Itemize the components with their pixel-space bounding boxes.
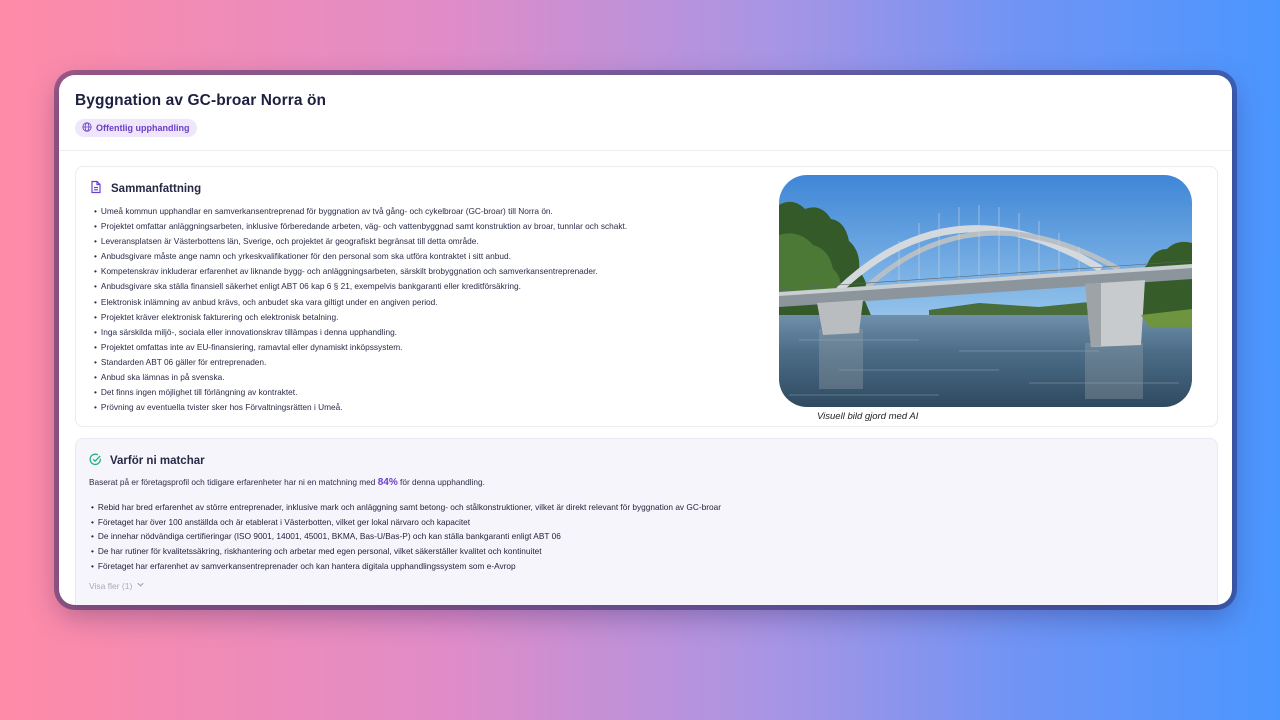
image-caption: Visuell bild gjord med AI: [817, 411, 919, 422]
match-heading: Varför ni matchar: [89, 453, 205, 469]
summary-item: Prövning av eventuella tvister sker hos …: [94, 400, 627, 415]
match-heading-label: Varför ni matchar: [110, 455, 205, 467]
chevron-down-icon: [136, 580, 145, 591]
document-icon: [89, 180, 103, 197]
summary-list: Umeå kommun upphandlar en samverkansentr…: [94, 204, 627, 415]
match-reasons-list: Rebid har bred erfarenhet av större entr…: [91, 500, 721, 573]
summary-item: Leveransplatsen är Västerbottens län, Sv…: [94, 234, 627, 249]
summary-item: Inga särskilda miljö-, sociala eller inn…: [94, 325, 627, 340]
match-percent: 84%: [377, 477, 398, 488]
summary-heading: Sammanfattning: [89, 180, 201, 197]
summary-card: Sammanfattning Umeå kommun upphandlar en…: [75, 166, 1218, 427]
match-reason-item: Rebid har bred erfarenhet av större entr…: [91, 500, 721, 515]
header-divider: [59, 150, 1232, 151]
tender-detail-window: Byggnation av GC-broar Norra ön Offentli…: [59, 75, 1232, 605]
match-intro-after: för denna upphandling.: [400, 477, 485, 487]
check-circle-icon: [89, 453, 102, 469]
summary-item: Kompetenskrav inkluderar erfarenhet av l…: [94, 264, 627, 279]
match-intro: Baserat på er företagsprofil och tidigar…: [89, 477, 485, 488]
show-more-button[interactable]: Visa fler (1): [89, 580, 145, 591]
badge-label: Offentlig upphandling: [96, 123, 190, 133]
summary-item: Elektronisk inlämning av anbud krävs, oc…: [94, 295, 627, 310]
match-card: Varför ni matchar Baserat på er företags…: [75, 438, 1218, 605]
page-title: Byggnation av GC-broar Norra ön: [75, 92, 327, 109]
summary-item: Projektet omfattas inte av EU-finansieri…: [94, 340, 627, 355]
globe-icon: [82, 122, 92, 134]
show-more-label: Visa fler (1): [89, 580, 133, 591]
match-intro-before: Baserat på er företagsprofil och tidigar…: [89, 477, 376, 487]
procurement-type-badge: Offentlig upphandling: [75, 119, 198, 137]
summary-item: Projektet omfattar anläggningsarbeten, i…: [94, 219, 627, 234]
summary-heading-label: Sammanfattning: [111, 182, 202, 195]
match-reason-item: De har rutiner för kvalitetssäkring, ris…: [91, 544, 721, 559]
match-reason-item: Företaget har erfarenhet av samverkansen…: [91, 559, 721, 574]
summary-item: Umeå kommun upphandlar en samverkansentr…: [94, 204, 627, 219]
bridge-image: [779, 175, 1192, 407]
summary-item: Anbudsgivare måste ange namn och yrkeskv…: [94, 249, 627, 264]
summary-item: Anbudsgivare ska ställa finansiell säker…: [94, 279, 627, 294]
summary-item: Det finns ingen möjlighet till förlängni…: [94, 385, 627, 400]
summary-item: Anbud ska lämnas in på svenska.: [94, 370, 627, 385]
match-reason-item: Företaget har över 100 anställda och är …: [91, 515, 721, 530]
match-reason-item: De innehar nödvändiga certifieringar (IS…: [91, 529, 721, 544]
summary-item: Projektet kräver elektronisk fakturering…: [94, 310, 627, 325]
summary-item: Standarden ABT 06 gäller för entreprenad…: [94, 355, 627, 370]
